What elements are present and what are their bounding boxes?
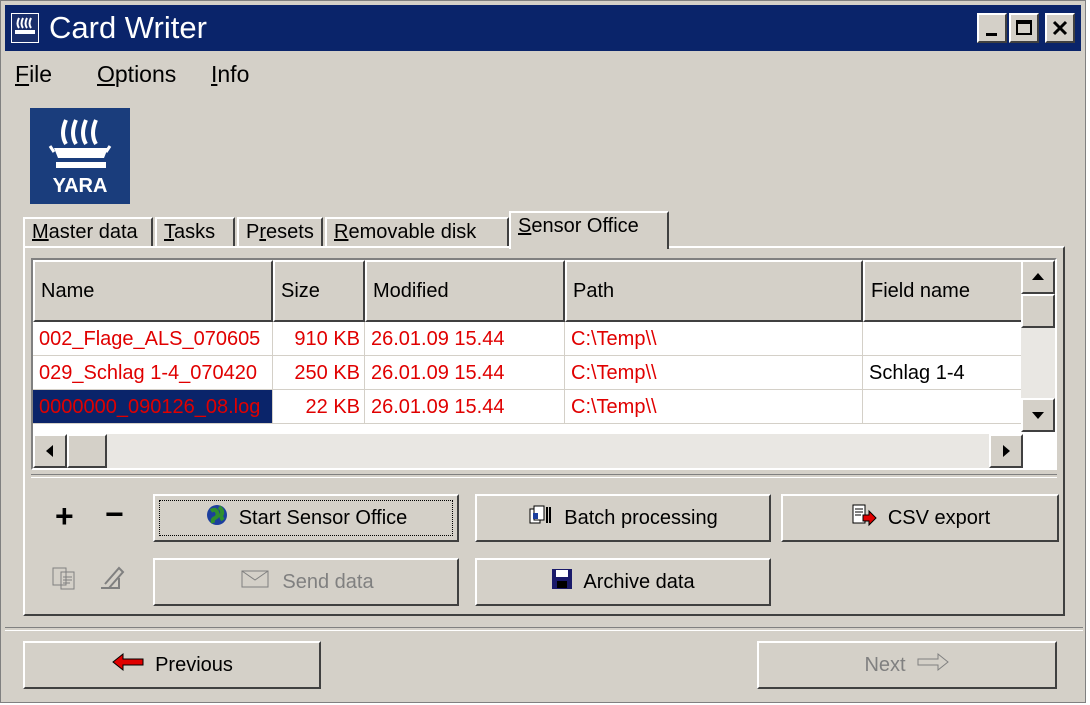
batch-processing-button[interactable]: Batch processing [475, 494, 771, 542]
envelope-icon [238, 568, 272, 596]
scroll-thumb[interactable] [1021, 294, 1055, 328]
close-button[interactable] [1045, 13, 1075, 43]
csv-export-button[interactable]: CSV export [781, 494, 1059, 542]
table-cell-name[interactable]: 029_Schlag 1-4_070420 [33, 356, 273, 390]
batch-files-icon [528, 503, 554, 533]
title-bar[interactable]: Card Writer [5, 5, 1081, 51]
edit-icon [97, 562, 127, 597]
vertical-scrollbar[interactable] [1021, 260, 1055, 432]
copy-icon [51, 564, 79, 597]
tab-presets[interactable]: Presets [237, 217, 323, 247]
add-icon[interactable]: + [55, 498, 74, 535]
file-grid[interactable]: Name Size Modified Path Field name S 002… [31, 258, 1057, 470]
yara-logo: YARA [30, 108, 130, 204]
minimize-button[interactable] [977, 13, 1007, 43]
table-cell-size[interactable]: 910 KB [273, 322, 365, 356]
export-icon [850, 503, 878, 533]
column-header-path[interactable]: Path [565, 260, 863, 322]
arrow-right-icon [916, 652, 950, 678]
footer-divider [5, 627, 1083, 631]
maximize-button[interactable] [1009, 13, 1039, 43]
table-cell-field[interactable] [863, 322, 1029, 356]
app-icon [11, 13, 39, 43]
column-header-size[interactable]: Size [273, 260, 365, 322]
horizontal-scroll-thumb[interactable] [67, 434, 107, 468]
column-header-name[interactable]: Name [33, 260, 273, 322]
table-cell-name[interactable]: 002_Flage_ALS_070605 [33, 322, 273, 356]
table-cell-path[interactable]: C:\Temp\\ [565, 322, 863, 356]
horizontal-scrollbar[interactable] [33, 434, 1023, 468]
scroll-down-button[interactable] [1021, 398, 1055, 432]
logo-text: YARA [52, 175, 108, 197]
table-cell-path[interactable]: C:\Temp\\ [565, 390, 863, 424]
table-cell-field[interactable] [863, 390, 1029, 424]
previous-label: Previous [155, 653, 233, 676]
remove-icon[interactable]: − [105, 496, 124, 533]
column-header-modified[interactable]: Modified [365, 260, 565, 322]
card-writer-window: Card Writer File Options Info YARA Maste… [0, 0, 1086, 703]
menu-file[interactable]: File [15, 61, 52, 88]
table-cell-name-selected[interactable]: 0000000_090126_08.log [33, 390, 273, 424]
table-cell-modified[interactable]: 26.01.09 15.44 [365, 322, 565, 356]
table-cell-modified[interactable]: 26.01.09 15.44 [365, 356, 565, 390]
scroll-right-button[interactable] [989, 434, 1023, 468]
table-cell-size[interactable]: 250 KB [273, 356, 365, 390]
previous-button[interactable]: Previous [23, 641, 321, 689]
window-title: Card Writer [49, 10, 207, 45]
arrow-left-icon [111, 652, 145, 678]
csv-export-label: CSV export [887, 506, 991, 529]
table-cell-modified[interactable]: 26.01.09 15.44 [365, 390, 565, 424]
start-sensor-office-button[interactable]: Start Sensor Office [153, 494, 459, 542]
archive-data-button[interactable]: Archive data [475, 558, 771, 606]
floppy-disk-icon [551, 568, 573, 596]
tab-master-data[interactable]: Master data [23, 217, 153, 247]
menu-info[interactable]: Info [211, 61, 249, 88]
panel-divider [31, 474, 1057, 478]
scroll-up-button[interactable] [1021, 260, 1055, 294]
tab-tasks[interactable]: Tasks [155, 217, 235, 247]
send-data-button[interactable]: Send data [153, 558, 459, 606]
focus-rectangle [159, 500, 453, 536]
table-cell-field[interactable]: Schlag 1-4 [863, 356, 1029, 390]
menu-options[interactable]: Options [97, 61, 176, 88]
tab-removable-disk[interactable]: Removable disk [325, 217, 509, 247]
next-label: Next [864, 653, 906, 676]
send-data-label: Send data [282, 570, 374, 593]
tab-sensor-office[interactable]: Sensor Office [509, 211, 669, 249]
column-header-field-name[interactable]: Field name [863, 260, 1029, 322]
sensor-office-panel: Name Size Modified Path Field name S 002… [23, 246, 1065, 616]
table-cell-path[interactable]: C:\Temp\\ [565, 356, 863, 390]
next-button[interactable]: Next [757, 641, 1057, 689]
scroll-left-button[interactable] [33, 434, 67, 468]
batch-processing-label: Batch processing [564, 506, 718, 529]
table-cell-size[interactable]: 22 KB [273, 390, 365, 424]
archive-data-label: Archive data [583, 570, 695, 593]
